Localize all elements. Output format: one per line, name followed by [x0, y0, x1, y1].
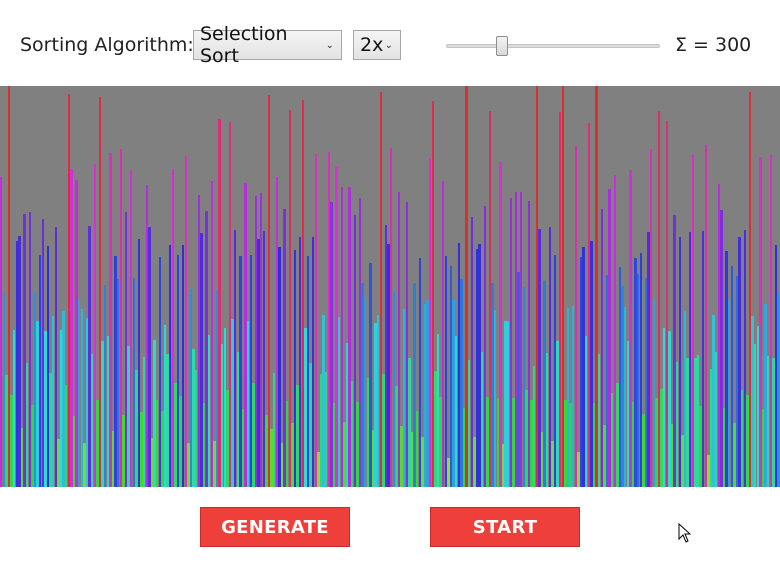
generate-button[interactable]: GENERATE — [200, 507, 350, 547]
speed-select[interactable]: 2x ⌄ — [353, 30, 401, 60]
array-bar — [574, 146, 577, 487]
bars-canvas — [0, 86, 780, 487]
algorithm-select-value: Selection Sort — [200, 23, 288, 67]
mouse-cursor-icon — [678, 523, 692, 543]
array-bar — [777, 293, 780, 487]
array-bar — [184, 155, 187, 487]
array-bar — [314, 153, 317, 487]
speed-select-value: 2x — [360, 34, 384, 56]
chevron-down-icon: ⌄ — [325, 39, 334, 51]
start-button[interactable]: START — [430, 507, 580, 547]
array-bar — [499, 162, 502, 487]
array-bar — [704, 145, 707, 487]
algorithm-select[interactable]: Selection Sort ⌄ — [193, 23, 342, 67]
chevron-down-icon: ⌄ — [384, 39, 393, 51]
array-bar — [444, 256, 447, 487]
array-size-slider-thumb[interactable] — [496, 36, 508, 56]
toolbar: Sorting Algorithm: Selection Sort ⌄ 2x ⌄… — [0, 0, 780, 86]
algorithm-label: Sorting Algorithm: — [20, 34, 194, 56]
array-size-slider[interactable] — [446, 44, 660, 48]
sum-readout: Σ = 300 — [675, 34, 752, 56]
